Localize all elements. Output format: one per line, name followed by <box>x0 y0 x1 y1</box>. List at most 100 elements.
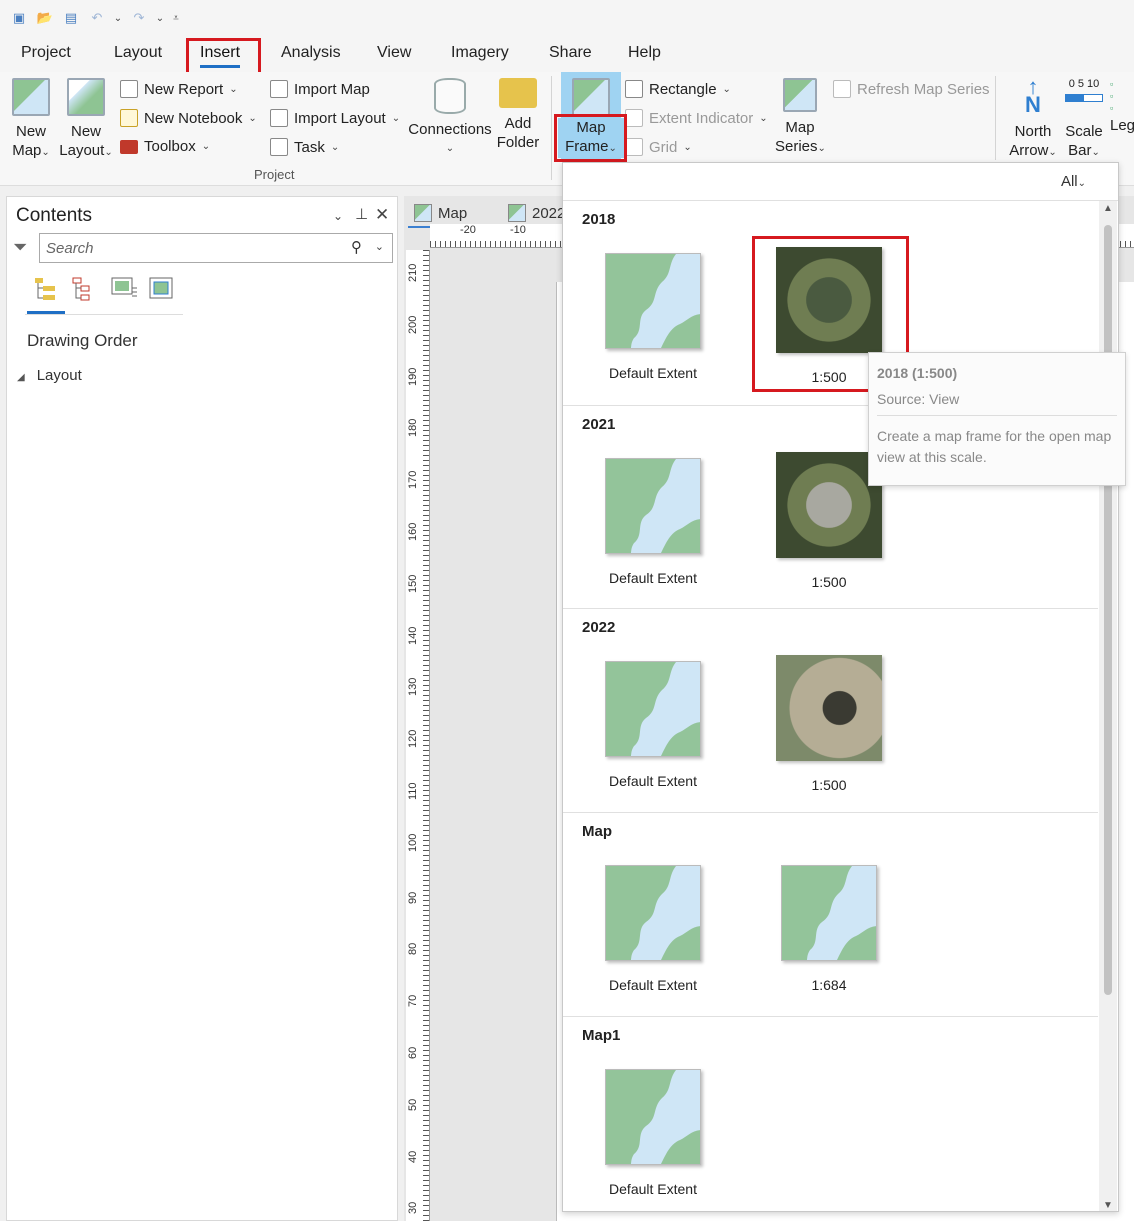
task-button[interactable]: Task ⌄ <box>270 138 339 156</box>
tab-imagery[interactable]: Imagery <box>451 44 509 62</box>
map-frame-option[interactable]: Default Extent <box>593 1069 713 1197</box>
scale-bar-ticks: 0 5 10 <box>1068 78 1100 90</box>
map-series-button[interactable]: Map Series⌄ <box>775 78 826 158</box>
ruler-label: 210 <box>407 263 419 282</box>
add-folder-button[interactable]: Add Folder <box>494 78 542 152</box>
connections-label: Connections <box>408 121 492 138</box>
map-frame-option-label: Default Extent <box>609 773 697 789</box>
list-by-map-frame-svg <box>111 277 137 297</box>
map-frame-label[interactable]: Map Frame⌄ <box>558 118 624 158</box>
map-frame-option-label: Default Extent <box>609 977 697 993</box>
list-by-layout-icon[interactable] <box>147 273 177 305</box>
gallery-section: Map Default Extent 1:684 <box>563 812 1098 1016</box>
import-map-label: Import Map <box>294 80 370 98</box>
map-frame-option[interactable]: 1:500 <box>769 655 889 793</box>
redo-icon[interactable]: ↷ <box>128 7 150 29</box>
scale-bar-button[interactable]: 0 5 10 Scale Bar⌄ <box>1062 78 1106 162</box>
chevron-down-icon: ⌄ <box>201 141 211 152</box>
map-frame-option[interactable]: Default Extent <box>593 661 713 789</box>
map-frame-option[interactable]: Default Extent <box>593 865 713 993</box>
default-extent-graphic <box>606 662 700 756</box>
collapse-icon[interactable]: ◢ <box>17 372 25 383</box>
legend-button[interactable]: ▫ ▫ ▫ Leg <box>1110 78 1134 135</box>
import-layout-button[interactable]: Import Layout ⌄ <box>270 109 400 127</box>
map-tab-icon <box>508 204 526 222</box>
gallery-filter-dropdown[interactable]: All⌄ <box>1061 173 1086 190</box>
tab-project[interactable]: Project <box>21 44 71 62</box>
undo-dropdown-icon[interactable]: ⌄ <box>112 7 124 29</box>
customize-toolbar-icon[interactable]: ⩡ <box>170 7 182 29</box>
chevron-down-icon: ⌄ <box>722 83 731 95</box>
save-project-icon[interactable]: ▤ <box>60 7 82 29</box>
layout-tree-node[interactable]: ◢ Layout <box>17 367 82 384</box>
task-label: Task <box>294 138 325 156</box>
ruler-label: -10 <box>510 224 526 236</box>
tab-insert-label: Insert <box>200 44 241 61</box>
tooltip-divider <box>877 415 1117 416</box>
ruler-label: 110 <box>407 782 419 800</box>
open-project-icon[interactable]: 📂 <box>34 7 56 29</box>
new-layout-label-2: Layout⌄ <box>58 141 114 162</box>
search-placeholder: Search <box>46 239 94 257</box>
chevron-down-icon: ⌄ <box>1091 147 1100 158</box>
extent-indicator-button[interactable]: Extent Indicator ⌄ <box>625 109 768 127</box>
ruler-label: 190 <box>407 367 419 386</box>
close-icon[interactable]: ✕ <box>375 205 389 225</box>
drawing-order-icon[interactable] <box>31 273 61 305</box>
grid-button[interactable]: Grid ⌄ <box>625 138 692 156</box>
list-by-map-frame-icon[interactable] <box>109 273 139 305</box>
north-arrow-button[interactable]: ↑ N North Arrow⌄ <box>1006 76 1060 162</box>
map-frame-option[interactable]: Default Extent <box>593 253 713 381</box>
pane-options-icon[interactable]: ⌄ <box>333 209 343 223</box>
scale-view-thumbnail <box>776 452 882 558</box>
new-map-button[interactable]: New Map⌄ <box>8 78 54 162</box>
gallery-section: Map1 Default Extent <box>563 1016 1098 1211</box>
contents-title: Contents <box>16 205 93 226</box>
redo-dropdown-icon[interactable]: ⌄ <box>154 7 166 29</box>
default-extent-graphic <box>606 1070 700 1164</box>
map-frame-option-label: Default Extent <box>609 365 697 381</box>
new-notebook-button[interactable]: New Notebook ⌄ <box>120 109 257 127</box>
refresh-map-series-label: Refresh Map Series <box>857 80 990 98</box>
grid-label: Grid <box>649 138 678 156</box>
undo-icon[interactable]: ↶ <box>86 7 108 29</box>
filter-icon[interactable]: ⏷ <box>13 237 27 258</box>
contents-search-input[interactable]: Search ⚲ ⌄ <box>39 233 393 263</box>
chevron-down-icon: ⌄ <box>1048 147 1057 158</box>
tab-analysis[interactable]: Analysis <box>281 44 341 62</box>
tab-2022-view[interactable]: 2022 <box>508 200 565 226</box>
tab-layout[interactable]: Layout <box>114 44 162 62</box>
task-icon <box>270 138 288 156</box>
tab-insert[interactable]: Insert <box>200 44 241 68</box>
tab-share[interactable]: Share <box>549 44 592 62</box>
north-arrow-label-2-text: Arrow <box>1009 142 1049 159</box>
pin-icon[interactable]: ⊥ <box>355 205 368 223</box>
map-frame-option[interactable]: 1:684 <box>769 865 889 993</box>
list-by-source-icon[interactable] <box>69 273 99 305</box>
new-project-icon[interactable]: ▣ <box>8 7 30 29</box>
rectangle-button[interactable]: Rectangle ⌄ <box>625 80 731 98</box>
scroll-up-icon[interactable]: ▲ <box>1103 203 1113 214</box>
import-map-button[interactable]: Import Map <box>270 80 370 98</box>
scale-view-thumbnail <box>776 247 882 353</box>
new-layout-button[interactable]: New Layout⌄ <box>58 78 114 162</box>
tab-map-view[interactable]: Map <box>414 200 467 226</box>
toolbox-button[interactable]: Toolbox ⌄ <box>120 138 210 155</box>
layout-node-label: Layout <box>36 367 82 384</box>
search-options-icon[interactable]: ⌄ <box>375 240 384 253</box>
tab-map-label: Map <box>438 204 468 222</box>
search-icon[interactable]: ⚲ <box>351 238 362 256</box>
connections-button[interactable]: Connections ⌄ <box>408 78 492 158</box>
map-frame-option[interactable]: Default Extent <box>593 458 713 586</box>
scrollbar-thumb[interactable] <box>1104 225 1112 995</box>
chevron-down-icon: ⌄ <box>759 112 768 124</box>
new-report-button[interactable]: New Report ⌄ <box>120 80 238 98</box>
ruler-label: 50 <box>407 1098 419 1111</box>
grid-icon <box>625 138 643 156</box>
tab-view[interactable]: View <box>377 44 411 62</box>
scroll-down-icon[interactable]: ▼ <box>1103 1200 1113 1211</box>
tab-help[interactable]: Help <box>628 44 661 62</box>
rectangle-label: Rectangle <box>649 80 717 98</box>
refresh-map-series-button[interactable]: Refresh Map Series <box>833 80 990 98</box>
new-layout-label-2-text: Layout <box>59 142 105 159</box>
